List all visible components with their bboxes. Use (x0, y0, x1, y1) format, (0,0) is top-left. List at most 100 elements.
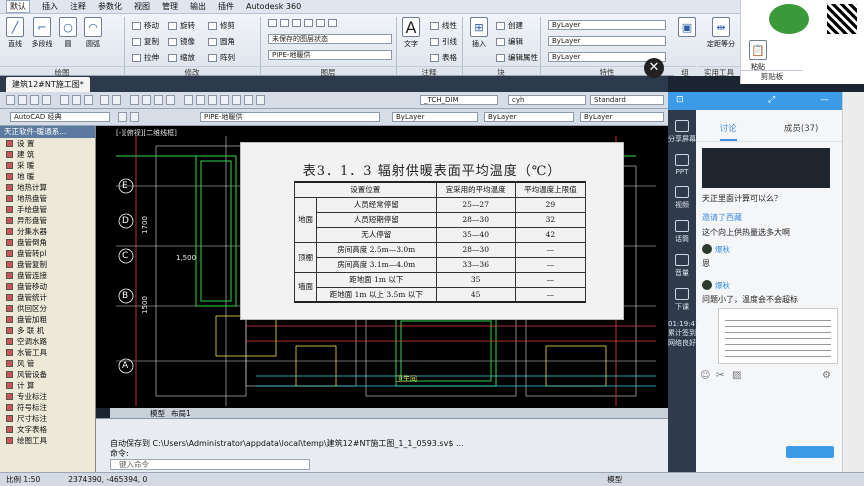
file-tab[interactable]: 建筑12#NT施工图* (6, 77, 90, 92)
side-panel-item[interactable]: 多 联 机 (0, 325, 95, 336)
new-icon[interactable] (6, 95, 15, 105)
side-panel-item[interactable]: 手绘盘管 (0, 204, 95, 215)
paste-clip-icon[interactable] (84, 95, 93, 105)
menu-item-manage[interactable]: 管理 (162, 1, 178, 12)
markup-icon[interactable] (232, 95, 241, 105)
edit-attr-tool[interactable]: 编辑属性 (496, 52, 538, 63)
side-panel-item[interactable]: 地 暖 (0, 171, 95, 182)
edit-block-tool[interactable]: 编辑 (496, 36, 523, 47)
menu-item-annotate[interactable]: 注释 (70, 1, 86, 12)
tab-model[interactable]: 模型 (150, 408, 165, 419)
layer-lock-icon[interactable] (304, 19, 313, 27)
copy-clip-icon[interactable] (72, 95, 81, 105)
chat-system-link[interactable]: 邀请了西藏 (702, 212, 742, 223)
group-tool[interactable]: ▣ (676, 17, 698, 39)
layer-manager-icon[interactable] (118, 112, 127, 122)
side-panel-item[interactable]: 盘管倒角 (0, 237, 95, 248)
side-panel-item[interactable]: 文字表格 (0, 424, 95, 435)
save-icon[interactable] (30, 95, 39, 105)
properties-icon[interactable] (184, 95, 193, 105)
layer-toolbar-combo[interactable]: PIPE-地暖供 (200, 112, 380, 122)
side-panel-item[interactable]: 风管设备 (0, 369, 95, 380)
side-panel-item[interactable]: 专业标注 (0, 391, 95, 402)
class-tool-4[interactable]: 音量 (668, 254, 696, 278)
layer-combo[interactable]: PIPE-地暖供 (268, 50, 392, 60)
insert-block-tool[interactable]: ⊞ 插入 (468, 17, 490, 49)
layer-off-icon[interactable] (280, 19, 289, 27)
paste-tool[interactable]: 📋 粘贴 (743, 40, 773, 72)
side-panel-item[interactable]: 空调水路 (0, 336, 95, 347)
tab-layout1[interactable]: 布局1 (171, 408, 191, 419)
layer-state-combo[interactable]: 未保存的图层状态 (268, 34, 392, 44)
leader-tool[interactable]: 引线 (430, 36, 457, 47)
circle-tool[interactable]: ○ 圆 (57, 17, 79, 49)
menu-item-parametric[interactable]: 参数化 (98, 1, 122, 12)
model-status[interactable]: 模型 (607, 474, 622, 485)
design-center-icon[interactable] (196, 95, 205, 105)
print-icon[interactable] (42, 95, 51, 105)
tab-discussion[interactable]: 讨论 (719, 122, 737, 141)
class-tool-5[interactable]: 下课 (668, 288, 696, 312)
minimize-icon[interactable]: — (820, 95, 829, 105)
copy-tool[interactable]: 复制 (132, 36, 159, 47)
chat-username[interactable]: 爆秋 (715, 280, 730, 291)
side-panel-item[interactable]: 盘管加粗 (0, 314, 95, 325)
stretch-tool[interactable]: 拉伸 (132, 52, 159, 63)
class-tool-3[interactable]: 话筒 (668, 220, 696, 244)
side-panel-item[interactable]: 盘管统计 (0, 292, 95, 303)
text-tool[interactable]: A 文字 (400, 17, 422, 49)
side-panel-item[interactable]: 采 暖 (0, 160, 95, 171)
menu-item-output[interactable]: 输出 (190, 1, 206, 12)
scale-readout[interactable]: 比例 1:50 (6, 474, 40, 485)
rotate-tool[interactable]: 旋转 (168, 20, 195, 31)
command-input[interactable]: 键入命令 (110, 459, 310, 470)
side-panel-item[interactable]: 盘管复制 (0, 259, 95, 270)
linetype-combo[interactable]: ByLayer (548, 36, 666, 46)
move-tool[interactable]: 移动 (132, 20, 159, 31)
side-panel-item[interactable]: 尺寸标注 (0, 413, 95, 424)
measure-tool[interactable]: ⇹ 定距等分 (704, 17, 738, 49)
side-panel-item[interactable]: 分集水器 (0, 226, 95, 237)
side-panel-item[interactable]: 供回区分 (0, 303, 95, 314)
right-scroll-strip[interactable] (842, 92, 864, 472)
linetype-toolbar-combo[interactable]: ByLayer (484, 112, 574, 122)
avatar[interactable] (702, 244, 712, 254)
zoom-prev-icon[interactable] (166, 95, 175, 105)
menu-item-autodesk360[interactable]: Autodesk 360 (246, 2, 301, 11)
emoji-icon[interactable]: ☺ (700, 370, 710, 381)
undo-icon[interactable] (100, 95, 109, 105)
arc-tool[interactable]: ◠ 圆弧 (82, 17, 104, 49)
send-button[interactable] (786, 446, 834, 458)
side-panel-item[interactable]: 异形盘管 (0, 215, 95, 226)
side-panel-item[interactable]: 符号标注 (0, 402, 95, 413)
create-block-tool[interactable]: 创建 (496, 20, 523, 31)
layer-freeze-icon[interactable] (292, 19, 301, 27)
menu-item-insert[interactable]: 插入 (42, 1, 58, 12)
sheet-set-icon[interactable] (220, 95, 229, 105)
side-panel-item[interactable]: 计 算 (0, 380, 95, 391)
shared-screenshot-thumb[interactable] (702, 148, 830, 188)
table-style-combo[interactable]: Standard (590, 95, 664, 105)
help-icon[interactable] (256, 95, 265, 105)
array-tool[interactable]: 阵列 (208, 52, 235, 63)
menu-item-default[interactable]: 默认 (6, 0, 30, 13)
zoom-window-icon[interactable] (154, 95, 163, 105)
image-icon[interactable]: ▨ (732, 370, 741, 381)
dim-style-combo[interactable]: _TCH_DIM (420, 95, 498, 105)
layer-props-icon[interactable] (268, 19, 277, 27)
zoom-icon[interactable] (142, 95, 151, 105)
line-tool[interactable]: ╱ 直线 (4, 17, 26, 49)
class-tool-0[interactable]: 分享屏幕 (668, 120, 696, 144)
tab-members[interactable]: 成员(37) (784, 122, 818, 141)
lineweight-toolbar-combo[interactable]: ByLayer (580, 112, 664, 122)
view-label[interactable]: [-][俯视][二维线框] (116, 128, 177, 138)
side-panel-item[interactable]: 盘管转pl (0, 248, 95, 259)
mirror-tool[interactable]: 镜像 (168, 36, 195, 47)
linear-dim-tool[interactable]: 线性 (430, 20, 457, 31)
shared-table-thumb[interactable] (718, 308, 838, 364)
side-panel-item[interactable]: 盘管移动 (0, 281, 95, 292)
redo-icon[interactable] (112, 95, 121, 105)
color-toolbar-combo[interactable]: ByLayer (392, 112, 478, 122)
side-panel-item[interactable]: 水管工具 (0, 347, 95, 358)
class-tool-1[interactable]: PPT (668, 154, 696, 176)
